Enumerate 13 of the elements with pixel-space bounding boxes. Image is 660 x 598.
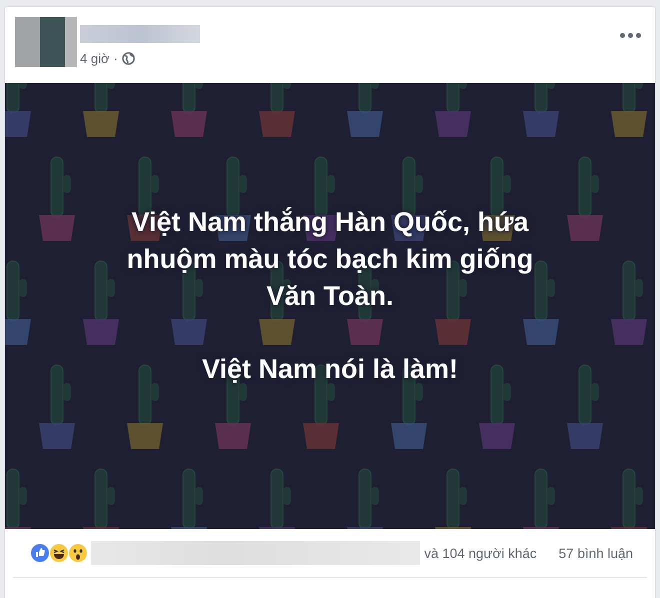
like-icon xyxy=(31,544,49,562)
globe-icon xyxy=(122,52,135,65)
status-text-line: Văn Toàn. xyxy=(266,280,394,313)
status-text-line: Việt Nam nói là làm! xyxy=(202,353,458,386)
surprised-face-icon xyxy=(69,544,87,562)
post-time[interactable]: 4 giờ xyxy=(80,51,110,66)
status-text-line: nhuộm màu tóc bạch kim giống xyxy=(126,243,534,276)
avatar xyxy=(15,17,77,67)
separator-dot: · xyxy=(114,51,118,66)
laughing-face-icon xyxy=(50,544,68,562)
comments-count-link[interactable]: 57 bình luận xyxy=(558,546,633,560)
status-text-line: Việt Nam thắng Hàn Quốc, hứa xyxy=(131,206,529,239)
reactions-count-link[interactable]: và 104 người khác xyxy=(424,546,537,560)
